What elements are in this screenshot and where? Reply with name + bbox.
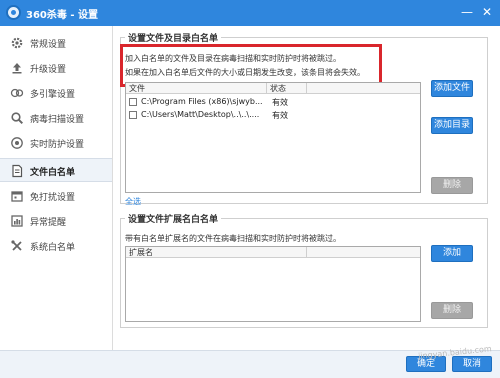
row-file-path: C:\Program Files (x86)\sjwyb... [141,97,263,106]
delete-extension-button[interactable]: 删除 [431,302,473,319]
cancel-button[interactable]: 取消 [452,356,492,372]
table-row[interactable]: C:\Program Files (x86)\sjwyb... 有效 [126,96,420,108]
extension-whitelist-table[interactable]: 扩展名 [125,246,421,322]
gear-icon [11,37,23,49]
add-extension-button[interactable]: 添加 [431,245,473,262]
chart-icon [11,215,23,227]
row-status: 有效 [272,111,288,120]
sidebar-item-label: 文件白名单 [30,168,76,178]
row-checkbox[interactable] [129,111,137,119]
extension-whitelist-desc: 带有白名单扩展名的文件在病毒扫描和实时防护时将被跳过。 [125,234,341,243]
app-logo-icon [6,5,21,20]
settings-sidebar: 常规设置 升级设置 多引擎设置 病毒扫描设置 实时防护设置 文件白名单 免打扰设… [0,26,113,350]
column-header-empty [306,247,420,258]
row-checkbox[interactable] [129,98,137,106]
table-header: 扩展名 [126,247,420,258]
column-header-file[interactable]: 文件 [126,83,266,94]
sidebar-item-label: 实时防护设置 [30,140,85,150]
column-header-status[interactable]: 状态 [266,83,306,94]
select-all-link[interactable]: 全选 [125,196,141,207]
sidebar-item-realtime-protection[interactable]: 实时防护设置 [0,131,112,155]
minimize-button[interactable]: — [458,4,476,21]
sidebar-item-engines[interactable]: 多引擎设置 [0,81,112,105]
tools-icon [11,240,22,251]
sidebar-item-general[interactable]: 常规设置 [0,31,112,55]
sidebar-item-label: 病毒扫描设置 [30,115,85,125]
magnifier-icon [11,112,24,125]
column-header-extension[interactable]: 扩展名 [126,247,306,258]
sidebar-item-label: 系统白名单 [30,243,76,253]
sidebar-item-label: 免打扰设置 [30,193,76,203]
sidebar-item-upgrade[interactable]: 升级设置 [0,56,112,80]
sidebar-item-label: 常规设置 [30,40,67,50]
close-button[interactable]: ✕ [478,4,496,21]
calendar-icon [11,191,23,202]
file-whitelist-title: 设置文件及目录白名单 [125,31,222,44]
sidebar-item-label: 异常提醒 [30,218,67,228]
sidebar-item-system-whitelist[interactable]: 系统白名单 [0,234,112,258]
title-bar: 360杀毒 - 设置 — ✕ [0,0,500,26]
column-header-empty [306,83,420,94]
sidebar-item-label: 升级设置 [30,65,67,75]
sidebar-item-label: 多引擎设置 [30,90,76,100]
window-title: 360杀毒 - 设置 [26,10,98,21]
engines-icon [10,88,24,98]
table-row[interactable]: C:\Users\Matt\Desktop\..\..\.... 有效 [126,109,420,121]
highlight-annotation-box [120,44,382,87]
row-file-path: C:\Users\Matt\Desktop\..\..\.... [141,110,260,119]
sidebar-item-file-whitelist[interactable]: 文件白名单 [0,158,112,182]
upload-icon [12,63,22,74]
extension-whitelist-title: 设置文件扩展名白名单 [125,212,222,225]
file-whitelist-table[interactable]: 文件 状态 C:\Program Files (x86)\sjwyb... 有效… [125,82,421,193]
delete-file-button[interactable]: 删除 [431,177,473,194]
add-directory-button[interactable]: 添加目录 [431,117,473,134]
add-file-button[interactable]: 添加文件 [431,80,473,97]
sidebar-item-no-disturb[interactable]: 免打扰设置 [0,184,112,208]
row-status: 有效 [272,98,288,107]
document-icon [12,164,23,178]
shield-eye-icon [11,137,23,149]
sidebar-item-exception-alert[interactable]: 异常提醒 [0,209,112,233]
table-header: 文件 状态 [126,83,420,94]
sidebar-item-virus-scan[interactable]: 病毒扫描设置 [0,106,112,130]
